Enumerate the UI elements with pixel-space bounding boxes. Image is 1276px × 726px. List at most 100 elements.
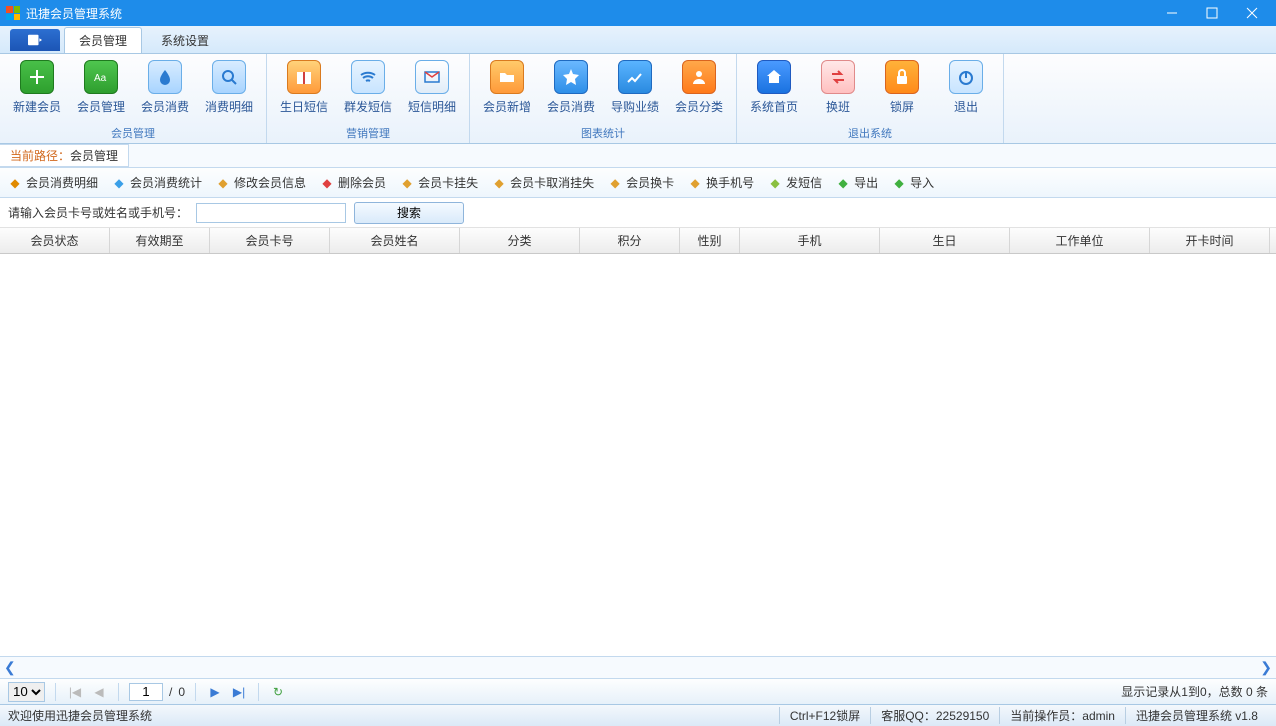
sms-detail-button[interactable]: 短信明细 xyxy=(403,56,461,115)
first-page-button[interactable]: |◀ xyxy=(66,683,84,701)
lock-icon xyxy=(885,60,919,94)
breadcrumb-prefix: 当前路径： xyxy=(10,149,70,163)
member-add-button[interactable]: 会员新增 xyxy=(478,56,536,115)
status-lock: Ctrl+F12锁屏 xyxy=(779,707,870,724)
plus-icon xyxy=(20,60,54,94)
file-menu-button[interactable] xyxy=(10,29,60,51)
action-import[interactable]: ◆导入 xyxy=(892,174,934,191)
last-page-button[interactable]: ▶| xyxy=(230,683,248,701)
action-edit-info[interactable]: ◆修改会员信息 xyxy=(216,174,306,191)
consume-detail-button[interactable]: 消费明细 xyxy=(200,56,258,115)
pagesize-select[interactable]: 10 xyxy=(8,682,45,702)
guide-perf-button[interactable]: 导购业绩 xyxy=(606,56,664,115)
ribbon-group-label: 营销管理 xyxy=(275,123,461,143)
ribbon-group-marketing: 生日短信 群发短信 短信明细 营销管理 xyxy=(267,54,470,143)
table-area: 会员状态有效期至会员卡号会员姓名分类积分性别手机生日工作单位开卡时间 xyxy=(0,228,1276,656)
pager: 10 |◀ ◀ / 0 ▶ ▶| ↻ 显示记录从1到0，总数 0 条 xyxy=(0,678,1276,704)
action-bar: ◆会员消费明细 ◆会员消费统计 ◆修改会员信息 ◆删除会员 ◆会员卡挂失 ◆会员卡取消挂失… xyxy=(0,168,1276,198)
breadcrumb: 当前路径：会员管理 xyxy=(0,144,1276,168)
shift-button[interactable]: 换班 xyxy=(809,56,867,115)
action-card-unlost[interactable]: ◆会员卡取消挂失 xyxy=(492,174,594,191)
export-icon: ◆ xyxy=(836,176,850,190)
wifi-icon xyxy=(351,60,385,94)
page-input[interactable] xyxy=(129,683,163,701)
status-bar: 欢迎使用迅捷会员管理系统 Ctrl+F12锁屏 客服QQ：22529150 当前… xyxy=(0,704,1276,726)
page-sep: / xyxy=(169,685,172,699)
horizontal-scroll[interactable]: ❮ ❯ xyxy=(0,656,1276,678)
lock-button[interactable]: 锁屏 xyxy=(873,56,931,115)
consume-stat-icon: ◆ xyxy=(112,176,126,190)
import-icon: ◆ xyxy=(892,176,906,190)
ribbon-group-member: 新建会员 Aa会员管理 会员消费 消费明细 会员管理 xyxy=(0,54,267,143)
action-send-sms[interactable]: ◆发短信 xyxy=(768,174,822,191)
refresh-button[interactable]: ↻ xyxy=(269,683,287,701)
swap-icon xyxy=(821,60,855,94)
close-button[interactable] xyxy=(1232,0,1272,26)
col-birthday[interactable]: 生日 xyxy=(880,228,1010,253)
col-gender[interactable]: 性别 xyxy=(680,228,740,253)
consume-detail-icon: ◆ xyxy=(8,176,22,190)
scroll-right-icon[interactable]: ❯ xyxy=(1260,659,1272,676)
ribbon-group-exit: 系统首页 换班 锁屏 退出 退出系统 xyxy=(737,54,1004,143)
drop-icon xyxy=(148,60,182,94)
star-icon xyxy=(554,60,588,94)
next-page-button[interactable]: ▶ xyxy=(206,683,224,701)
col-status[interactable]: 会员状态 xyxy=(0,228,110,253)
exit-button[interactable]: 退出 xyxy=(937,56,995,115)
col-name[interactable]: 会员姓名 xyxy=(330,228,460,253)
status-version: 迅捷会员管理系统 v1.8 xyxy=(1125,707,1268,724)
action-consume-detail[interactable]: ◆会员消费明细 xyxy=(8,174,98,191)
tab-system-settings[interactable]: 系统设置 xyxy=(146,27,224,53)
power-icon xyxy=(949,60,983,94)
mass-sms-button[interactable]: 群发短信 xyxy=(339,56,397,115)
col-points[interactable]: 积分 xyxy=(580,228,680,253)
maximize-button[interactable] xyxy=(1192,0,1232,26)
status-welcome: 欢迎使用迅捷会员管理系统 xyxy=(8,707,152,724)
titlebar: 迅捷会员管理系统 xyxy=(0,0,1276,26)
svg-text:Aa: Aa xyxy=(94,73,107,84)
col-phone[interactable]: 手机 xyxy=(740,228,880,253)
sys-home-button[interactable]: 系统首页 xyxy=(745,56,803,115)
ribbon-group-chart: 会员新增 会员消费 导购业绩 会员分类 图表统计 xyxy=(470,54,737,143)
action-export[interactable]: ◆导出 xyxy=(836,174,878,191)
ribbon: 新建会员 Aa会员管理 会员消费 消费明细 会员管理 生日短信 群发短信 短信明… xyxy=(0,54,1276,144)
ribbon-group-label: 图表统计 xyxy=(478,123,728,143)
tab-member-manage[interactable]: 会员管理 xyxy=(64,27,142,53)
member-consume-button[interactable]: 会员消费 xyxy=(136,56,194,115)
action-card-lost[interactable]: ◆会员卡挂失 xyxy=(400,174,478,191)
minimize-button[interactable] xyxy=(1152,0,1192,26)
card-lost-icon: ◆ xyxy=(400,176,414,190)
col-category[interactable]: 分类 xyxy=(460,228,580,253)
page-total: 0 xyxy=(178,685,185,699)
ribbon-group-label: 会员管理 xyxy=(8,123,258,143)
breadcrumb-path: 会员管理 xyxy=(70,149,118,163)
home-icon xyxy=(757,60,791,94)
search-input[interactable] xyxy=(196,203,346,223)
pager-info: 显示记录从1到0，总数 0 条 xyxy=(1121,683,1268,700)
col-opendate[interactable]: 开卡时间 xyxy=(1150,228,1270,253)
action-change-card[interactable]: ◆会员换卡 xyxy=(608,174,674,191)
prev-page-button[interactable]: ◀ xyxy=(90,683,108,701)
action-change-phone[interactable]: ◆换手机号 xyxy=(688,174,754,191)
status-operator: 当前操作员：admin xyxy=(999,707,1125,724)
table-header: 会员状态有效期至会员卡号会员姓名分类积分性别手机生日工作单位开卡时间 xyxy=(0,228,1276,254)
search-icon xyxy=(212,60,246,94)
search-button[interactable]: 搜索 xyxy=(354,202,464,224)
edit-info-icon: ◆ xyxy=(216,176,230,190)
col-cardno[interactable]: 会员卡号 xyxy=(210,228,330,253)
search-label: 请输入会员卡号或姓名或手机号： xyxy=(8,204,188,221)
new-member-button[interactable]: 新建会员 xyxy=(8,56,66,115)
manage-member-button[interactable]: Aa会员管理 xyxy=(72,56,130,115)
change-card-icon: ◆ xyxy=(608,176,622,190)
action-consume-stat[interactable]: ◆会员消费统计 xyxy=(112,174,202,191)
member-cat-button[interactable]: 会员分类 xyxy=(670,56,728,115)
folder-icon xyxy=(490,60,524,94)
mail-icon xyxy=(415,60,449,94)
scroll-left-icon[interactable]: ❮ xyxy=(4,659,16,676)
col-workunit[interactable]: 工作单位 xyxy=(1010,228,1150,253)
col-expire[interactable]: 有效期至 xyxy=(110,228,210,253)
birthday-sms-button[interactable]: 生日短信 xyxy=(275,56,333,115)
action-delete[interactable]: ◆删除会员 xyxy=(320,174,386,191)
member-spend-button[interactable]: 会员消费 xyxy=(542,56,600,115)
card-unlost-icon: ◆ xyxy=(492,176,506,190)
